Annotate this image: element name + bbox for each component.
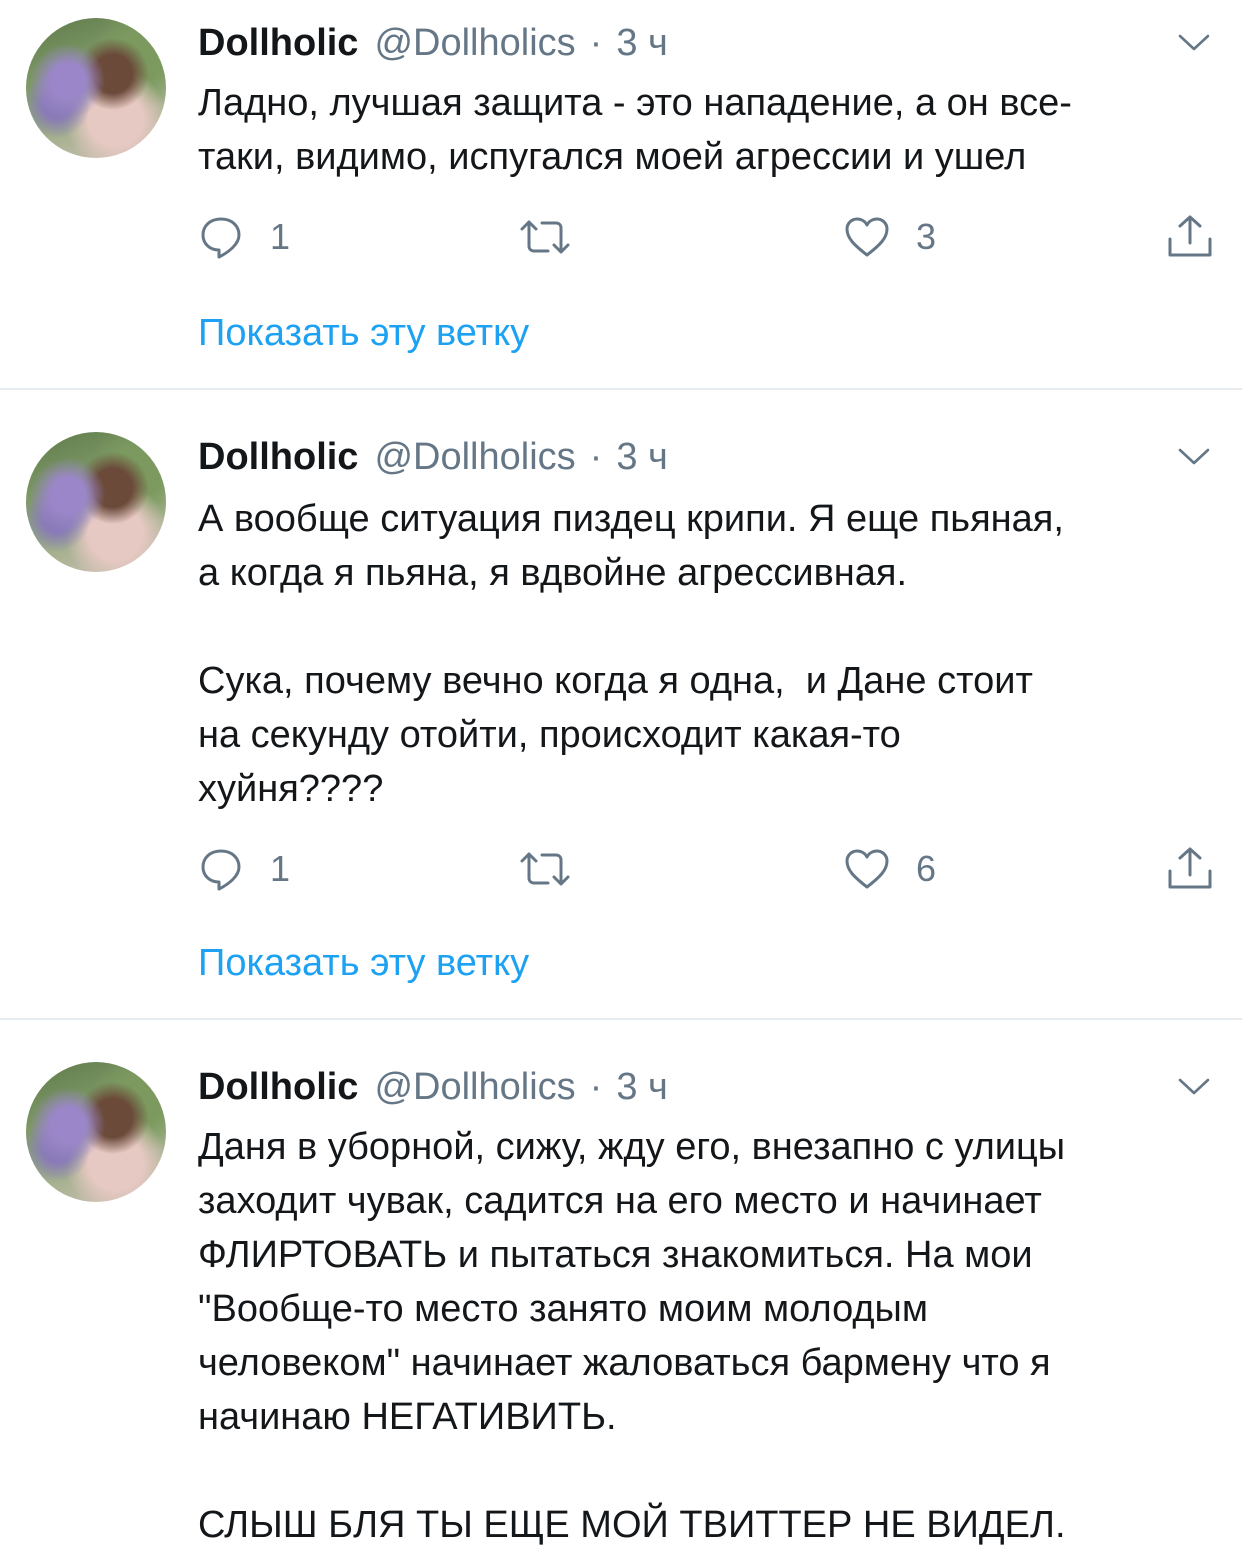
tweet-header: Dollholic @Dollholics · 3 ч [198,436,668,482]
reply-count: 1 [270,216,291,257]
timestamp[interactable]: 3 ч [616,22,668,65]
divider [0,1018,1242,1020]
share-button[interactable] [1166,212,1214,262]
tweet[interactable]: Dollholic @Dollholics · 3 ч А вообще сит… [0,414,1242,1018]
like-button[interactable]: 3 [844,212,936,262]
share-icon [1168,847,1212,889]
separator-dot: · [589,1066,603,1108]
like-button[interactable]: 6 [844,844,936,894]
author-handle[interactable]: @Dollholics [374,1066,575,1109]
separator-dot: · [589,436,603,478]
chevron-down-icon[interactable] [1176,30,1212,54]
divider [0,388,1242,390]
tweet-actions: 1 6 [0,844,1242,894]
retweet-icon [520,852,570,886]
retweet-button[interactable] [518,844,572,894]
tweet-text: Ладно, лучшая защита - это нападение, а … [198,82,1072,178]
show-thread-link[interactable]: Показать эту ветку [198,312,529,355]
like-count: 3 [916,216,937,257]
tweet-header: Dollholic @Dollholics · 3 ч [198,1066,668,1112]
separator-dot: · [589,22,603,64]
timestamp[interactable]: 3 ч [616,1066,668,1109]
avatar[interactable] [26,1062,166,1202]
author-handle[interactable]: @Dollholics [374,22,575,65]
tweet[interactable]: Dollholic @Dollholics · 3 ч Ладно, лучша… [0,0,1242,388]
share-icon [1168,215,1212,257]
share-button[interactable] [1166,844,1214,894]
heart-icon [845,849,889,889]
avatar[interactable] [26,18,166,158]
tweet-header: Dollholic @Dollholics · 3 ч [198,22,668,68]
author-handle[interactable]: @Dollholics [374,436,575,479]
reply-button[interactable]: 1 [198,212,290,262]
chevron-down-icon[interactable] [1176,1074,1212,1098]
reply-icon [201,217,241,259]
tweet-text: А вообще ситуация пиздец крипи. Я еще пь… [198,498,1064,810]
retweet-icon [520,220,570,254]
tweet-text: Даня в уборной, сижу, жду его, внезапно … [198,1126,1066,1546]
show-thread-link[interactable]: Показать эту ветку [198,942,529,985]
retweet-button[interactable] [518,212,572,262]
tweet-actions: 1 3 [0,212,1242,262]
reply-button[interactable]: 1 [198,844,290,894]
chevron-down-icon[interactable] [1176,444,1212,468]
reply-icon [201,849,241,891]
reply-count: 1 [270,848,291,889]
author-name[interactable]: Dollholic [198,22,358,65]
author-name[interactable]: Dollholic [198,436,358,479]
like-count: 6 [916,848,937,889]
avatar[interactable] [26,432,166,572]
heart-icon [845,217,889,257]
author-name[interactable]: Dollholic [198,1066,358,1109]
timestamp[interactable]: 3 ч [616,436,668,479]
tweet[interactable]: Dollholic @Dollholics · 3 ч Даня в уборн… [0,1044,1242,1548]
